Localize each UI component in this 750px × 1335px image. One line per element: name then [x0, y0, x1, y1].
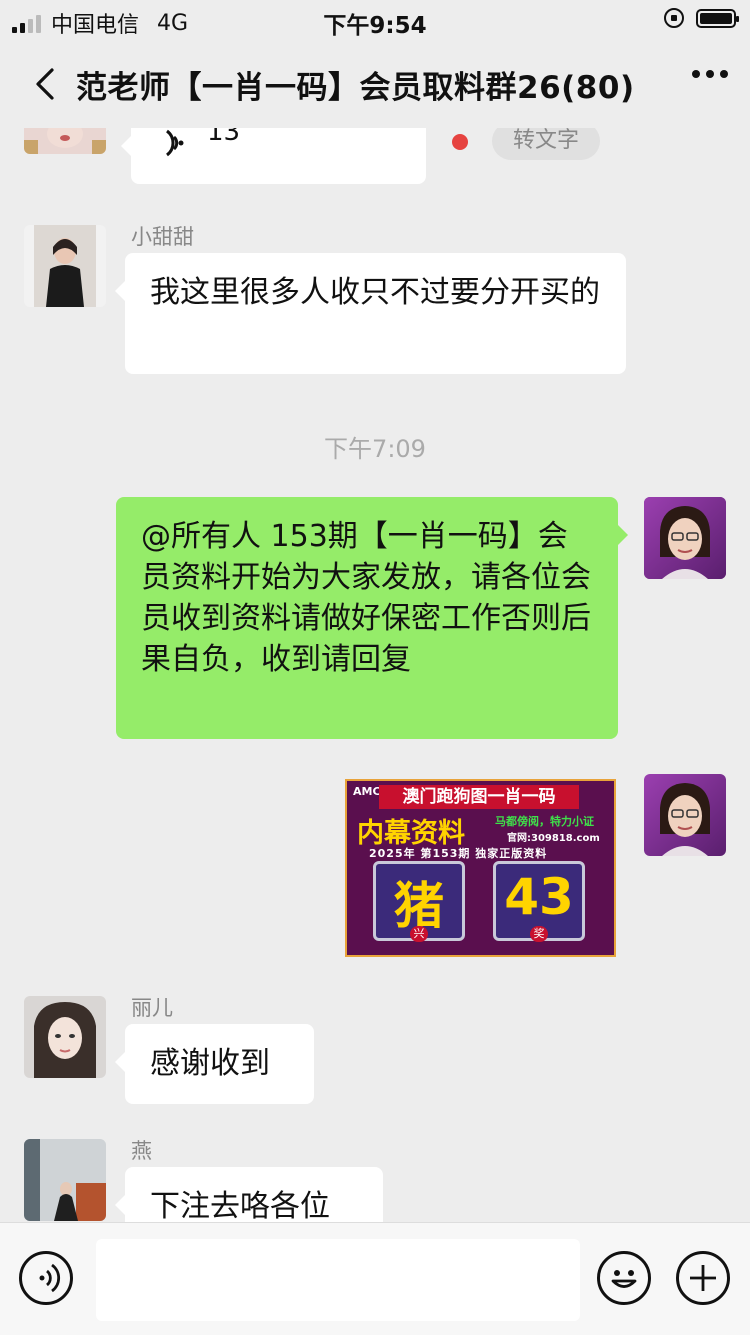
avatar-image [24, 1139, 106, 1221]
message-input[interactable] [96, 1239, 580, 1321]
image-issue-line: 2025年 第153期 独家正版资料 [369, 847, 548, 860]
image-slogan: 马都傍阅，特力小证 [495, 815, 594, 828]
message-list[interactable]: 13'' 转文字 小甜甜 我这里很多人收只不过要分开买的 下午7:09 @所有人… [0, 128, 750, 1222]
emoji-icon [611, 1270, 637, 1288]
avatar[interactable] [24, 225, 106, 307]
plus-icon [690, 1265, 716, 1291]
message-bubble[interactable]: @所有人 153期【一肖一码】会员资料开始为大家发放，请各位会员收到资料请做好保… [116, 497, 628, 739]
message-bubble[interactable]: 我这里很多人收只不过要分开买的 [115, 253, 626, 374]
image-message[interactable]: AMC 澳门跑狗图一肖一码 内幕资料 马都傍阅，特力小证 官网:309818.c… [345, 779, 616, 957]
chat-title: 范老师【一肖一码】会员取料群26(80) [76, 70, 635, 106]
voice-wave-icon [166, 129, 184, 157]
voice-duration: 13'' [207, 128, 255, 147]
avatar-image [644, 497, 726, 579]
chat-header: 范老师【一肖一码】会员取料群26(80) [0, 40, 750, 128]
avatar[interactable] [24, 128, 106, 154]
avatar[interactable] [644, 774, 726, 856]
status-time: 下午9:54 [323, 13, 427, 39]
more-dots-icon [692, 70, 700, 78]
input-bar [0, 1222, 750, 1335]
image-title: 澳门跑狗图一肖一码 [379, 785, 579, 809]
more-button[interactable] [692, 70, 728, 78]
zodiac-panel: 猪 兴 [373, 861, 465, 942]
message-bubble[interactable]: 下注去咯各位 [115, 1167, 383, 1222]
orientation-lock-icon [664, 8, 684, 28]
message-text: 感谢收到 [150, 1046, 270, 1081]
avatar[interactable] [644, 497, 726, 579]
voice-input-icon [39, 1263, 61, 1293]
message-bubble[interactable]: 感谢收到 [115, 1024, 314, 1104]
message-text: @所有人 153期【一肖一码】会员资料开始为大家发放，请各位会员收到资料请做好保… [141, 519, 591, 677]
status-bar: 中国电信 4G 下午9:54 [0, 0, 750, 40]
avatar-image [24, 128, 106, 154]
voice-input-button[interactable] [19, 1251, 73, 1305]
image-site: 官网:309818.com [507, 833, 600, 844]
avatar[interactable] [24, 996, 106, 1078]
emoji-button[interactable] [597, 1251, 651, 1305]
number-value: 43 [504, 868, 574, 926]
voice-message[interactable]: 13'' [121, 128, 426, 184]
zodiac-label: 兴 [410, 926, 428, 942]
battery-icon [696, 8, 739, 28]
sender-name: 燕 [131, 1139, 152, 1163]
unread-dot [452, 134, 468, 150]
sender-name: 丽儿 [131, 996, 173, 1020]
image-badge: AMC [353, 785, 381, 798]
avatar-image [24, 225, 106, 307]
status-right [664, 8, 739, 28]
message-timestamp: 下午7:09 [324, 435, 426, 463]
message-text: 我这里很多人收只不过要分开买的 [150, 275, 600, 310]
number-panel: 43 奖 [493, 861, 585, 942]
plus-button[interactable] [676, 1251, 730, 1305]
avatar-image [24, 996, 106, 1078]
battery-fill [700, 12, 732, 24]
number-label: 奖 [530, 926, 548, 942]
avatar[interactable] [24, 1139, 106, 1221]
sender-name: 小甜甜 [131, 225, 194, 249]
convert-to-text-button[interactable]: 转文字 [492, 128, 600, 160]
chevron-left-icon [36, 68, 54, 100]
avatar-image [644, 774, 726, 856]
message-text: 下注去咯各位 [150, 1189, 330, 1222]
back-button[interactable] [28, 64, 68, 104]
